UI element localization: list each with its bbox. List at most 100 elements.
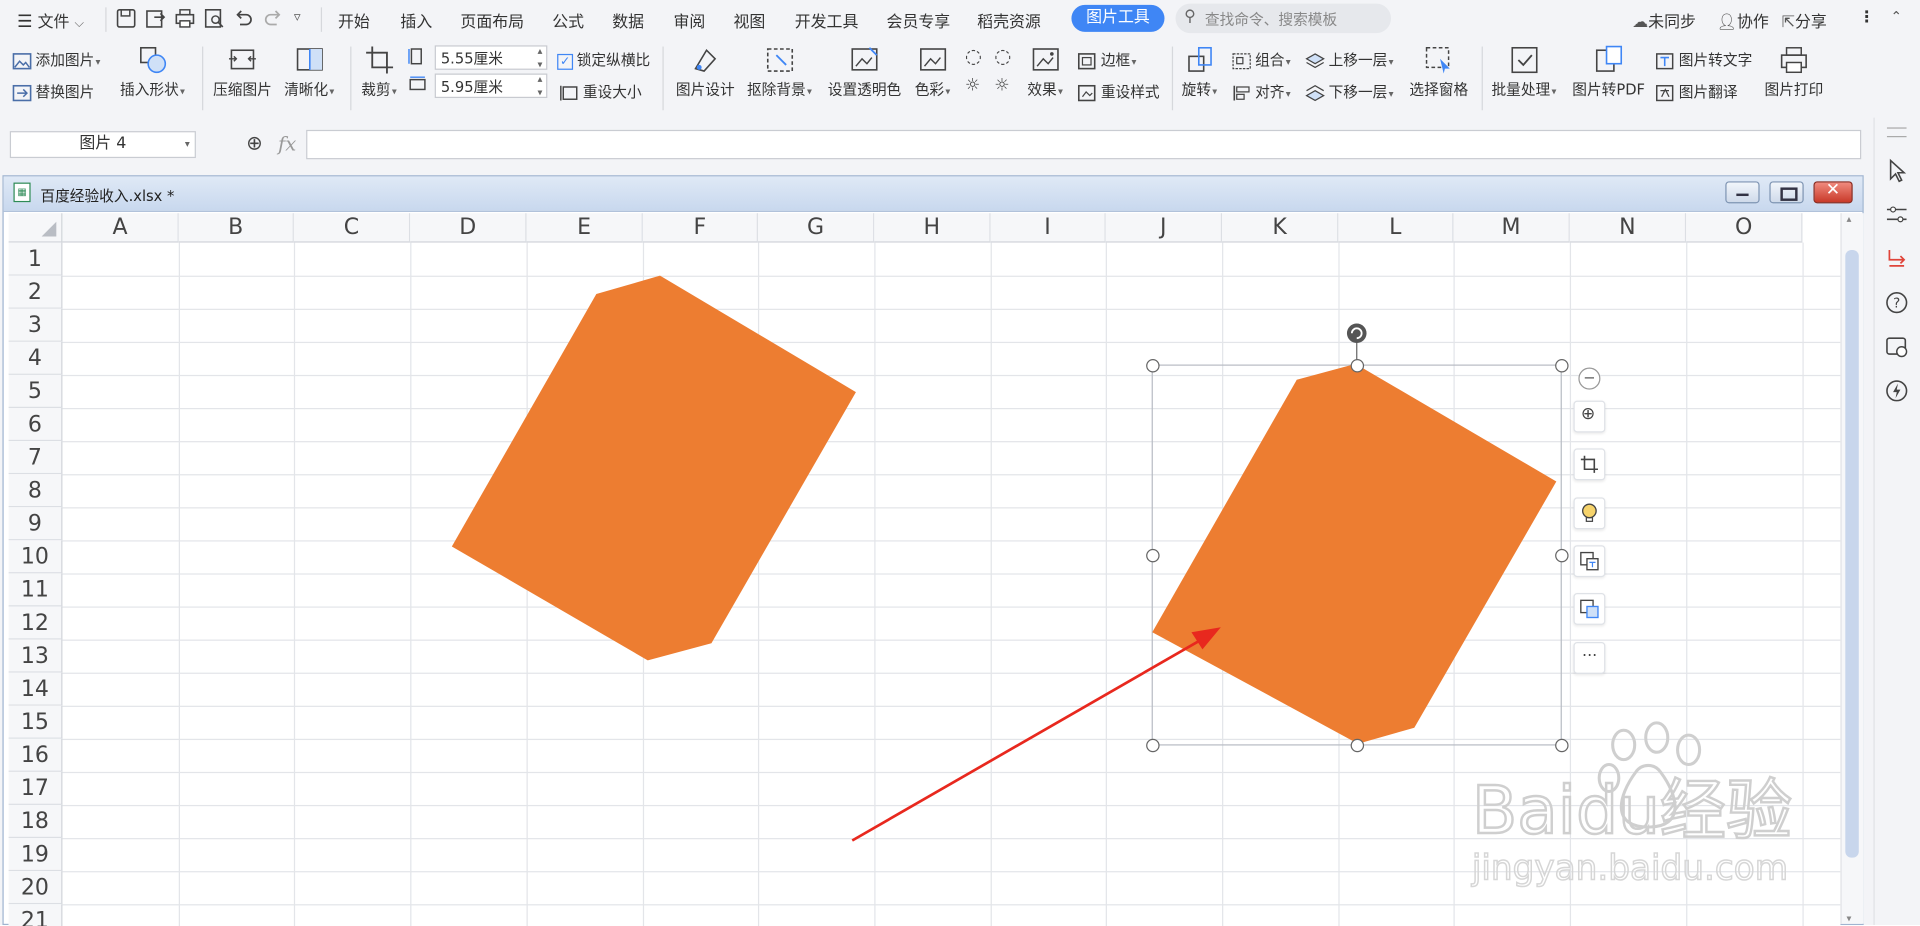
fx-icon[interactable]: fx — [278, 132, 296, 155]
tab-docer[interactable]: 稻壳资源 — [977, 9, 1041, 31]
resize-handle-ne[interactable] — [1555, 358, 1569, 373]
tab-developer[interactable]: 开发工具 — [795, 9, 859, 31]
resize-handle-s[interactable] — [1350, 738, 1365, 753]
collapse-ribbon-icon[interactable]: ⌃ — [1891, 9, 1902, 25]
width-spinner[interactable]: ▴ ▾ — [538, 72, 543, 99]
crop-button[interactable]: 裁剪▾ — [361, 44, 397, 99]
align-button[interactable]: 对齐▾ — [1232, 81, 1291, 102]
reset-size-button[interactable]: 重设大小 — [560, 81, 642, 102]
file-menu[interactable]: ☰ 文件 ⌵ — [17, 9, 84, 32]
group-label: 组合 — [1255, 51, 1285, 69]
more-icon[interactable]: ⋮ — [1859, 9, 1875, 27]
crop-picture-button[interactable] — [1573, 448, 1606, 481]
sync-button[interactable]: ☁未同步 — [1632, 9, 1696, 31]
scroll-down-icon[interactable]: ▾ — [1847, 913, 1852, 924]
formula-input[interactable] — [306, 129, 1862, 160]
pointer-icon[interactable] — [1883, 157, 1910, 184]
lightning-icon[interactable] — [1883, 377, 1910, 404]
contrast-up-icon[interactable]: ◌ — [965, 44, 982, 67]
effects-button[interactable]: 效果▾ — [1027, 44, 1063, 99]
resize-handle-nw[interactable] — [1146, 358, 1160, 373]
close-button[interactable]: ✕ — [1813, 180, 1853, 204]
insert-shape-button[interactable]: 插入形状▾ — [120, 44, 185, 99]
replace-picture-icon — [12, 84, 32, 102]
picture-to-text-button[interactable] — [1573, 545, 1606, 578]
brightness-down-icon[interactable]: ☼ — [994, 76, 1009, 96]
vertical-scrollbar[interactable]: ▴ ▾ — [1840, 213, 1864, 924]
print-preview-icon[interactable] — [203, 7, 225, 29]
remove-background-button[interactable]: 抠除背景▾ — [747, 44, 812, 99]
send-backward-button[interactable]: 下移一层▾ — [1305, 81, 1394, 102]
orange-polygon-picture-right[interactable] — [1152, 363, 1557, 744]
redo-icon[interactable] — [262, 7, 284, 29]
color-button[interactable]: 色彩▾ — [915, 44, 950, 99]
convert-picture-button[interactable] — [1573, 592, 1606, 625]
convert-icon[interactable] — [1883, 245, 1910, 272]
file-menu-label: 文件 — [37, 13, 70, 32]
help-icon[interactable]: ? — [1883, 289, 1910, 316]
sharpen-button[interactable]: 清晰化▾ — [284, 44, 334, 99]
svg-text:?: ? — [1893, 296, 1900, 312]
picture-design-button[interactable]: 图片设计 — [676, 44, 735, 99]
zoom-formula-icon[interactable]: ⊕ — [246, 131, 262, 154]
batch-process-button[interactable]: 批量处理▾ — [1491, 44, 1556, 99]
compress-picture-button[interactable]: 压缩图片 — [213, 44, 272, 99]
selection-pane-button[interactable]: 选择窗格 — [1409, 44, 1468, 99]
tab-view[interactable]: 视图 — [733, 9, 765, 31]
rotate-button[interactable]: 旋转▾ — [1182, 44, 1217, 99]
minimize-button[interactable] — [1725, 181, 1760, 204]
tab-page-layout[interactable]: 页面布局 — [460, 9, 524, 31]
translate-button[interactable]: 图片翻译 — [1656, 81, 1738, 102]
tab-member[interactable]: 会员专享 — [887, 9, 951, 31]
print-icon[interactable] — [174, 7, 196, 29]
zoom-picture-button[interactable]: ⊕ — [1573, 400, 1606, 433]
tab-data[interactable]: 数据 — [612, 9, 644, 31]
vertical-scroll-thumb[interactable] — [1845, 249, 1859, 858]
contrast-down-icon[interactable]: ◌ — [994, 44, 1011, 67]
panel-drag-handle[interactable] — [1886, 127, 1907, 138]
to-text-button[interactable]: 图片转文字 — [1656, 49, 1752, 70]
collapse-toolbar-icon[interactable]: − — [1578, 367, 1601, 390]
smart-design-button[interactable] — [1573, 497, 1606, 530]
more-options-button[interactable]: ··· — [1573, 642, 1606, 674]
name-box-dropdown-icon[interactable]: ▾ — [185, 132, 190, 157]
brightness-up-icon[interactable]: ☼ — [965, 76, 980, 96]
undo-icon[interactable] — [233, 7, 255, 29]
orange-polygon-picture-left[interactable] — [451, 275, 856, 661]
set-transparent-button[interactable]: 设置透明色 — [828, 44, 901, 99]
tab-insert[interactable]: 插入 — [400, 9, 432, 31]
tab-home[interactable]: 开始 — [338, 9, 370, 31]
resize-handle-e[interactable] — [1555, 548, 1569, 563]
resize-handle-n[interactable] — [1350, 358, 1365, 373]
add-picture-button[interactable]: 添加图片▾ — [12, 49, 100, 70]
collaborate-button[interactable]: 👤︎协作 — [1717, 9, 1769, 31]
share-button[interactable]: ⇱分享 — [1782, 9, 1827, 31]
group-button[interactable]: 组合▾ — [1232, 49, 1291, 70]
reset-style-button[interactable]: 重设样式 — [1077, 81, 1160, 102]
name-box[interactable]: 图片 4 ▾ — [9, 131, 196, 159]
lock-ratio-checkbox[interactable]: ✓ 锁定纵横比 — [557, 49, 650, 70]
save-icon[interactable] — [115, 7, 137, 29]
height-input[interactable]: 5.55厘米 ▴ ▾ — [434, 44, 548, 71]
tab-review[interactable]: 审阅 — [673, 9, 705, 31]
replace-picture-button[interactable]: 替换图片 — [12, 81, 94, 102]
tab-picture-tools[interactable]: 图片工具 — [1071, 4, 1165, 32]
to-pdf-button[interactable]: 图片转PDF — [1572, 44, 1645, 99]
bring-forward-button[interactable]: 上移一层▾ — [1305, 49, 1394, 70]
search-box[interactable]: ⚲ 查找命令、搜索模板 — [1175, 3, 1392, 34]
tab-formulas[interactable]: 公式 — [552, 9, 584, 31]
height-spinner[interactable]: ▴ ▾ — [538, 44, 543, 71]
export-icon[interactable] — [144, 7, 166, 29]
rotate-handle-icon[interactable] — [1346, 323, 1367, 344]
restore-button[interactable] — [1769, 181, 1804, 204]
border-button[interactable]: 边框▾ — [1077, 49, 1136, 70]
ellipsis-icon: ··· — [1582, 646, 1598, 666]
quick-access-dropdown-icon[interactable]: ▿ — [294, 9, 301, 25]
settings-sliders-icon[interactable] — [1883, 201, 1910, 228]
width-input[interactable]: 5.95厘米 ▴ ▾ — [434, 72, 548, 99]
image-tool-icon[interactable] — [1883, 333, 1910, 360]
resize-handle-sw[interactable] — [1146, 738, 1160, 753]
resize-handle-w[interactable] — [1146, 548, 1160, 563]
scroll-up-icon[interactable]: ▴ — [1847, 213, 1852, 224]
print-picture-button[interactable]: 图片打印 — [1765, 44, 1823, 99]
